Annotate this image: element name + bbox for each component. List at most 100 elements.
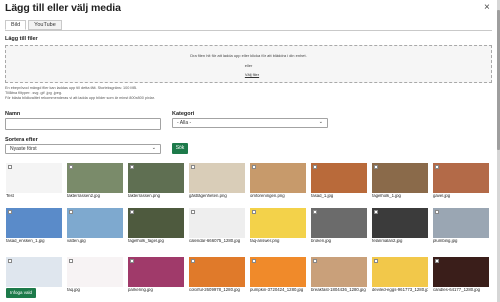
media-thumbnail[interactable] — [250, 163, 306, 193]
browse-files-button[interactable]: Välj filer — [236, 72, 268, 78]
media-thumbnail[interactable] — [250, 208, 306, 238]
media-item[interactable]: omforeningen.png — [250, 163, 306, 199]
file-dropzone[interactable]: Dra filen hit för att ladda upp eller kl… — [5, 45, 492, 83]
media-item[interactable]: calendar-666075_1280.jpg — [189, 208, 245, 244]
tab-bild[interactable]: Bild — [5, 20, 27, 30]
media-select-checkbox[interactable] — [69, 210, 73, 214]
name-input[interactable] — [5, 118, 161, 130]
insert-selected-button[interactable]: Infoga vald — [6, 288, 36, 298]
media-select-checkbox[interactable] — [374, 165, 378, 169]
media-select-checkbox[interactable] — [191, 210, 195, 214]
media-item[interactable]: gästlägenheten.png — [189, 163, 245, 199]
media-select-checkbox[interactable] — [69, 165, 73, 169]
media-thumbnail[interactable] — [6, 257, 62, 287]
media-item[interactable]: takterrassen.png — [128, 163, 184, 199]
chevron-down-icon: ⌄ — [318, 119, 323, 125]
media-thumbnail[interactable] — [189, 257, 245, 287]
media-thumbnail[interactable] — [372, 208, 428, 238]
media-item[interactable]: parkering.jpg — [128, 257, 184, 293]
media-item[interactable]: takterrassen2.jpg — [67, 163, 123, 199]
media-item[interactable]: faq-answer.png — [250, 208, 306, 244]
media-select-checkbox[interactable] — [252, 165, 256, 169]
media-item[interactable]: broken.jpg — [311, 208, 367, 244]
media-thumbnail[interactable] — [128, 163, 184, 193]
tab-youtube[interactable]: YouTube — [28, 20, 62, 30]
media-item[interactable]: candles-64177_1280.jpg — [433, 257, 489, 293]
media-select-checkbox[interactable] — [435, 210, 439, 214]
media-select-checkbox[interactable] — [435, 259, 439, 263]
media-item[interactable]: gavel.jpg — [433, 163, 489, 199]
media-select-checkbox[interactable] — [69, 259, 73, 263]
media-item[interactable]: plumbing.jpg — [433, 208, 489, 244]
media-thumbnail[interactable] — [250, 257, 306, 287]
sort-select[interactable]: Nyaste först ⌄ — [5, 144, 161, 154]
media-thumbnail[interactable] — [67, 257, 123, 287]
tab-bar: Bild YouTube — [5, 20, 64, 30]
category-select[interactable]: - Alla - ⌄ — [172, 118, 328, 128]
media-caption: parkering.jpg — [128, 288, 153, 292]
search-button[interactable]: Sök — [172, 143, 188, 154]
media-thumbnail[interactable] — [67, 208, 123, 238]
media-select-checkbox[interactable] — [374, 210, 378, 214]
media-thumbnail[interactable] — [311, 257, 367, 287]
media-thumbnail[interactable] — [67, 163, 123, 193]
media-item[interactable]: pumpkin-3720424_1280.jpg — [250, 257, 306, 293]
chevron-down-icon: ⌄ — [151, 145, 156, 151]
close-icon[interactable]: × — [484, 3, 490, 13]
media-select-checkbox[interactable] — [191, 165, 195, 169]
media-caption: faq.jpg — [67, 288, 80, 292]
media-thumbnail[interactable] — [311, 163, 367, 193]
media-thumbnail[interactable] — [189, 163, 245, 193]
media-item[interactable]: colorful-2609978_1280.jpg — [189, 257, 245, 293]
media-item[interactable] — [6, 257, 62, 288]
media-select-checkbox[interactable] — [313, 165, 317, 169]
media-thumbnail[interactable] — [6, 208, 62, 238]
media-item[interactable]: fagelholk_fagel.jpg — [128, 208, 184, 244]
media-thumbnail[interactable] — [433, 163, 489, 193]
media-caption: candles-64177_1280.jpg — [433, 288, 481, 292]
media-item[interactable]: fagelholk_1.jpg — [372, 163, 428, 199]
media-select-checkbox[interactable] — [252, 259, 256, 263]
media-thumbnail[interactable] — [372, 257, 428, 287]
media-caption: broken.jpg — [311, 239, 332, 243]
media-thumbnail[interactable] — [372, 163, 428, 193]
media-thumbnail[interactable] — [128, 208, 184, 238]
media-select-checkbox[interactable] — [252, 210, 256, 214]
media-item[interactable]: deviled-eggs-961773_1280.jpg — [372, 257, 428, 293]
category-value: - Alla - — [177, 120, 192, 126]
media-select-checkbox[interactable] — [130, 210, 134, 214]
media-select-checkbox[interactable] — [130, 165, 134, 169]
media-item[interactable]: vatten.jpg — [67, 208, 123, 244]
media-select-checkbox[interactable] — [313, 259, 317, 263]
media-item[interactable]: faq.jpg — [67, 257, 123, 293]
media-select-checkbox[interactable] — [374, 259, 378, 263]
media-thumbnail[interactable] — [311, 208, 367, 238]
media-item[interactable]: fasad_1.jpg — [311, 163, 367, 199]
media-dialog: Lägg till eller välj media × Bild YouTub… — [0, 0, 497, 302]
media-select-checkbox[interactable] — [8, 259, 12, 263]
media-caption: plumbing.jpg — [433, 239, 458, 243]
media-thumbnail[interactable] — [433, 208, 489, 238]
media-thumbnail[interactable] — [6, 163, 62, 193]
upload-info-1: En ebeprövod mängd filer kan laddas upp … — [5, 86, 138, 90]
media-thumbnail[interactable] — [189, 208, 245, 238]
media-item[interactable]: breakfast-1804436_1280.jpg — [311, 257, 367, 293]
media-select-checkbox[interactable] — [8, 210, 12, 214]
media-caption: deviled-eggs-961773_1280.jpg — [372, 288, 428, 292]
media-caption: takterrassen2.jpg — [67, 194, 100, 198]
media-thumbnail[interactable] — [433, 257, 489, 287]
media-select-checkbox[interactable] — [191, 259, 195, 263]
media-caption: faq-answer.png — [250, 239, 280, 243]
media-item[interactable]: Test — [6, 163, 62, 199]
media-caption: breakfast-1804436_1280.jpg — [311, 288, 366, 292]
media-select-checkbox[interactable] — [130, 259, 134, 263]
upload-heading: Lägg till filer — [5, 36, 38, 42]
upload-info-3: För bästa bildkvalitet rekommenderas vi … — [5, 96, 155, 100]
media-select-checkbox[interactable] — [435, 165, 439, 169]
media-select-checkbox[interactable] — [8, 165, 12, 169]
media-select-checkbox[interactable] — [313, 210, 317, 214]
media-item[interactable]: felanmalan2.jpg — [372, 208, 428, 244]
media-caption: pumpkin-3720424_1280.jpg — [250, 288, 304, 292]
media-item[interactable]: fasad_ensken_1.jpg — [6, 208, 62, 244]
media-thumbnail[interactable] — [128, 257, 184, 287]
